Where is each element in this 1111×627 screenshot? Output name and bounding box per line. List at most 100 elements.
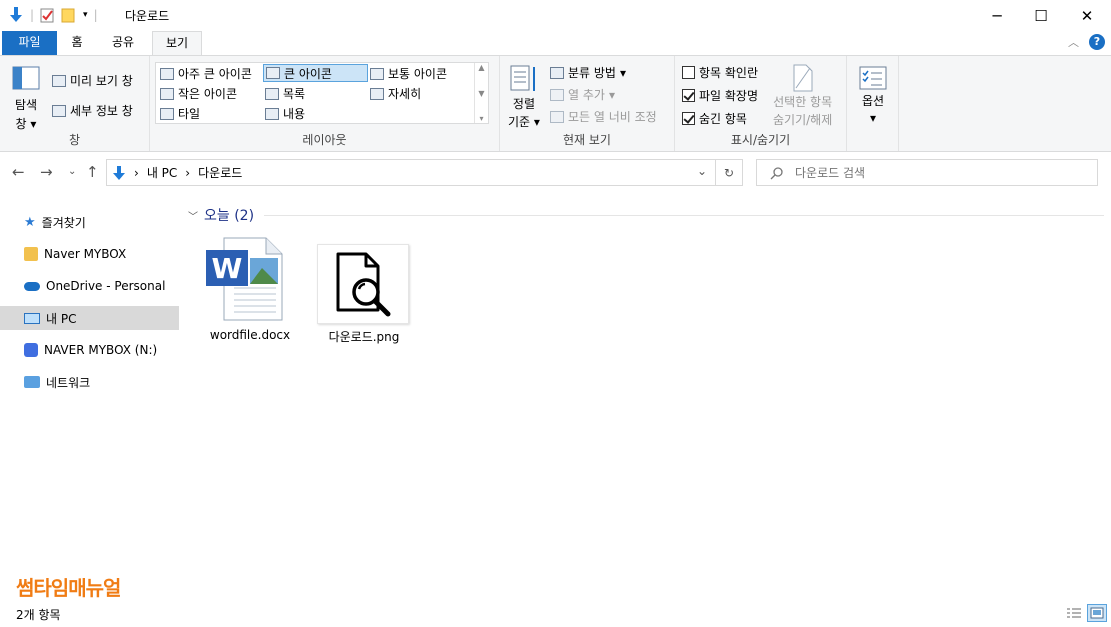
- back-arrow-icon[interactable]: ←: [12, 163, 25, 181]
- properties-icon[interactable]: [40, 7, 55, 23]
- separator: |: [30, 8, 35, 22]
- cloud-icon: [24, 281, 40, 291]
- tab-view[interactable]: 보기: [152, 31, 202, 56]
- window-title: 다운로드: [125, 9, 170, 23]
- layout-extra-large-icons[interactable]: 아주 큰 아이콘: [160, 65, 252, 82]
- tiles-icon: [160, 107, 174, 120]
- size-columns-icon: [550, 110, 564, 123]
- layout-scroll[interactable]: ▲ ▼ ▾: [474, 63, 488, 123]
- group-by-icon: [550, 66, 564, 79]
- details-icon: [370, 87, 384, 100]
- up-arrow-icon[interactable]: ↑: [86, 163, 99, 181]
- nav-item-naver-mybox-drive[interactable]: NAVER MYBOX (N:): [0, 338, 179, 362]
- mybox-folder-icon: [24, 247, 38, 261]
- ribbon-group-pane: 탐색 창 ▾ 미리 보기 창 세부 정보 창 창: [0, 56, 150, 151]
- search-input[interactable]: [795, 164, 1085, 182]
- ribbon-panel: 탐색 창 ▾ 미리 보기 창 세부 정보 창 창 레이아웃 아주 큰 아이콘 큰…: [0, 55, 1111, 152]
- refresh-button[interactable]: ↻: [716, 159, 743, 186]
- quick-access-toolbar: | ▾ |: [8, 6, 98, 24]
- hide-selected-icon: [793, 64, 813, 92]
- group-by-button[interactable]: 분류 방법 ▾: [550, 64, 626, 81]
- ribbon-tabs: 파일 홈 공유 보기: [0, 31, 1111, 56]
- scroll-down-icon[interactable]: ▼: [478, 89, 484, 98]
- hide-selected-items-button[interactable]: 선택한 항목 숨기기/해제: [773, 64, 832, 128]
- hidden-items-toggle[interactable]: 숨긴 항목: [682, 110, 747, 127]
- scroll-up-icon[interactable]: ▲: [478, 63, 484, 72]
- size-all-columns-button[interactable]: 모든 열 너비 조정: [550, 108, 657, 125]
- breadcrumb-separator[interactable]: ›: [134, 166, 139, 180]
- close-button[interactable]: ✕: [1064, 0, 1110, 31]
- ribbon-group-current-view: 정렬 기준 ▾ 분류 방법 ▾ 열 추가 ▾ 모든 열 너비 조정 현재 보기: [500, 56, 675, 151]
- nav-item-naver-mybox[interactable]: Naver MYBOX: [0, 242, 179, 266]
- nav-item-network[interactable]: 네트워크: [0, 370, 179, 394]
- minimize-button[interactable]: ─: [974, 0, 1020, 31]
- maximize-button[interactable]: ☐: [1018, 0, 1064, 31]
- options-icon: [859, 66, 887, 90]
- navigation-pane-button[interactable]: 탐색 창 ▾: [12, 66, 40, 132]
- item-checkboxes-toggle[interactable]: 항목 확인란: [682, 64, 758, 81]
- layout-large-icons[interactable]: 큰 아이콘: [263, 64, 368, 82]
- breadcrumb-pc[interactable]: 내 PC: [147, 164, 177, 181]
- file-extensions-toggle[interactable]: 파일 확장명: [682, 87, 758, 104]
- preview-pane-button[interactable]: 미리 보기 창: [52, 72, 133, 89]
- layout-content[interactable]: 내용: [265, 105, 305, 122]
- layout-details[interactable]: 자세히: [370, 85, 421, 102]
- nav-item-onedrive[interactable]: OneDrive - Personal: [0, 274, 179, 298]
- options-button[interactable]: 옵션 ▾: [859, 66, 887, 125]
- tab-file[interactable]: 파일: [2, 31, 57, 55]
- refresh-icon: ↻: [723, 165, 735, 180]
- group-divider: [264, 215, 1104, 216]
- title-bar: | ▾ | 다운로드 ─ ☐ ✕: [0, 0, 1111, 31]
- chevron-down-icon[interactable]: ﹀: [188, 208, 198, 223]
- new-folder-icon[interactable]: [61, 7, 77, 23]
- help-icon[interactable]: ?: [1089, 34, 1105, 50]
- content-icon: [265, 107, 279, 120]
- chevron-up-icon[interactable]: ︿: [1068, 34, 1079, 50]
- nav-item-this-pc[interactable]: 내 PC: [0, 306, 179, 330]
- file-group-header[interactable]: ﹀ 오늘 (2): [188, 205, 254, 225]
- search-box[interactable]: [756, 159, 1098, 186]
- chevron-down-icon[interactable]: ⌄: [697, 164, 707, 178]
- large-icons-view-icon: [1090, 607, 1104, 619]
- hidden-items-checkbox[interactable]: [682, 112, 695, 125]
- extra-large-icons-icon: [160, 67, 174, 80]
- details-pane-icon: [52, 104, 66, 117]
- ribbon-controls: ︿ ?: [1068, 34, 1105, 50]
- navigation-pane: ★ 즐겨찾기 Naver MYBOX OneDrive - Personal 내…: [0, 197, 180, 597]
- sort-by-button[interactable]: 정렬 기준 ▾: [508, 64, 540, 130]
- large-icons-view-toggle[interactable]: [1087, 604, 1107, 622]
- preview-pane-icon: [52, 74, 66, 87]
- svg-text:W: W: [212, 252, 243, 285]
- small-icons-icon: [160, 87, 174, 100]
- layout-tiles[interactable]: 타일: [160, 105, 200, 122]
- group-label: 창: [68, 133, 81, 147]
- address-bar[interactable]: › 내 PC › 다운로드 ⌄: [106, 159, 716, 186]
- details-view-toggle[interactable]: [1064, 604, 1084, 622]
- status-item-count: 2개 항목: [16, 608, 61, 622]
- tab-home[interactable]: 홈: [60, 31, 94, 55]
- list-icon: [265, 87, 279, 100]
- breadcrumb-separator[interactable]: ›: [185, 166, 190, 180]
- ribbon-group-options: 옵션 ▾: [847, 56, 899, 151]
- forward-arrow-icon[interactable]: →: [40, 163, 53, 181]
- file-extensions-checkbox[interactable]: [682, 89, 695, 102]
- recent-locations-icon[interactable]: ⌄: [68, 166, 76, 177]
- details-view-icon: [1067, 608, 1081, 618]
- layout-list[interactable]: 목록: [265, 85, 305, 102]
- group-label: 레이아웃: [302, 133, 347, 147]
- group-label: 표시/숨기기: [730, 133, 791, 147]
- customize-toolbar-icon[interactable]: ▾: [83, 10, 88, 20]
- layout-small-icons[interactable]: 작은 아이콘: [160, 85, 237, 102]
- star-icon: ★: [24, 214, 36, 230]
- nav-item-quick-access[interactable]: ★ 즐겨찾기: [0, 210, 179, 234]
- tab-share[interactable]: 공유: [100, 31, 146, 55]
- layout-medium-icons[interactable]: 보통 아이콘: [370, 65, 447, 82]
- add-columns-button[interactable]: 열 추가 ▾: [550, 86, 615, 103]
- breadcrumb-downloads[interactable]: 다운로드: [198, 164, 242, 181]
- download-folder-icon: [10, 7, 22, 22]
- details-pane-button[interactable]: 세부 정보 창: [52, 102, 133, 119]
- file-explorer-window: | ▾ | 다운로드 ─ ☐ ✕ 파일 홈 공유 보기 ︿ ? 탐색 창 ▾ 미…: [0, 0, 1111, 627]
- expand-gallery-icon[interactable]: ▾: [479, 114, 483, 123]
- mybox-drive-icon: [24, 343, 38, 357]
- item-checkboxes-checkbox[interactable]: [682, 66, 695, 79]
